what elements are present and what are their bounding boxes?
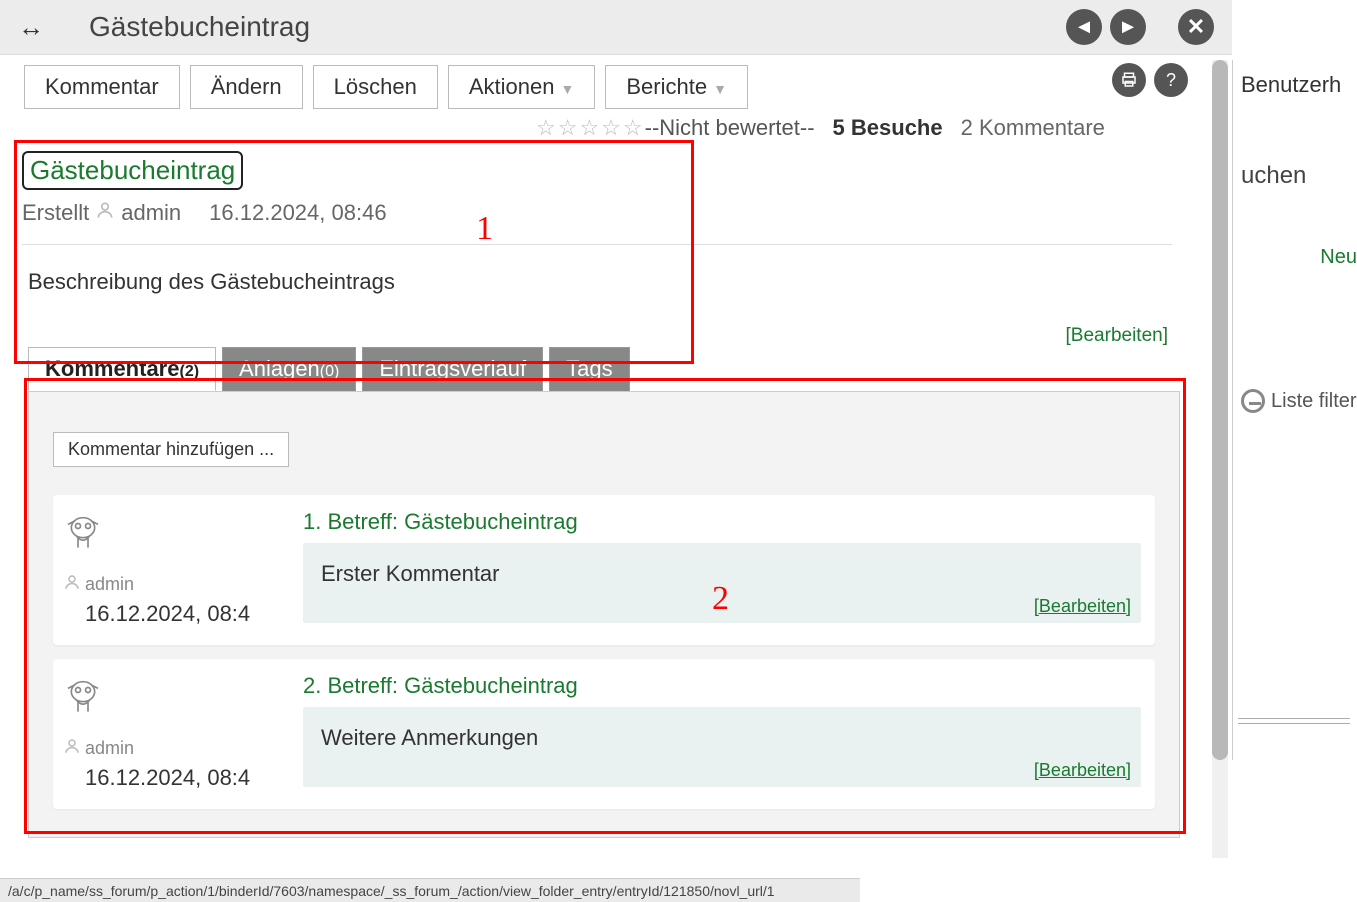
aktionen-dropdown[interactable]: Aktionen▼ bbox=[448, 65, 595, 109]
side-filter[interactable]: Liste filter bbox=[1241, 389, 1357, 413]
comments-count: 2 Kommentare bbox=[961, 115, 1105, 141]
annotation-box-1 bbox=[14, 140, 694, 364]
aendern-button[interactable]: Ändern bbox=[190, 65, 303, 109]
side-search-heading: uchen bbox=[1241, 162, 1357, 190]
toolbar: Kommentar Ändern Löschen Aktionen▼ Beric… bbox=[0, 55, 1210, 115]
help-button[interactable]: ? bbox=[1154, 63, 1188, 97]
scrollbar-thumb[interactable] bbox=[1212, 60, 1228, 760]
annotation-marker-2: 2 bbox=[712, 580, 729, 618]
close-button[interactable]: ✕ bbox=[1178, 9, 1214, 45]
side-user-heading: Benutzerh bbox=[1241, 72, 1357, 98]
side-separator bbox=[1238, 718, 1350, 724]
filter-icon bbox=[1241, 389, 1265, 413]
annotation-marker-1: 1 bbox=[476, 210, 493, 248]
berichte-dropdown[interactable]: Berichte▼ bbox=[605, 65, 748, 109]
scrollbar[interactable] bbox=[1212, 60, 1228, 858]
drag-handle-icon[interactable]: ↔ bbox=[18, 12, 44, 43]
window-titlebar: ↔ Gästebucheintrag ◄ ► ✕ bbox=[0, 0, 1232, 55]
nav-back-button[interactable]: ◄ bbox=[1066, 9, 1102, 45]
edit-entry-link[interactable]: [Bearbeiten] bbox=[1066, 325, 1168, 346]
nav-forward-button[interactable]: ► bbox=[1110, 9, 1146, 45]
loeschen-button[interactable]: Löschen bbox=[313, 65, 438, 109]
print-button[interactable] bbox=[1112, 63, 1146, 97]
rating-stars[interactable]: ☆☆☆☆☆ bbox=[536, 115, 645, 141]
side-panel: Benutzerh uchen Neu Liste filter bbox=[1232, 60, 1357, 760]
status-bar: /a/c/p_name/ss_forum/p_action/1/binderId… bbox=[0, 878, 860, 902]
side-new-link[interactable]: Neu bbox=[1241, 246, 1357, 269]
window-title: Gästebucheintrag bbox=[89, 11, 1058, 43]
visits-count: 5 Besuche bbox=[833, 115, 943, 141]
kommentar-button[interactable]: Kommentar bbox=[24, 65, 180, 109]
rating-label: --Nicht bewertet-- bbox=[645, 115, 815, 141]
annotation-box-2 bbox=[24, 378, 1186, 834]
